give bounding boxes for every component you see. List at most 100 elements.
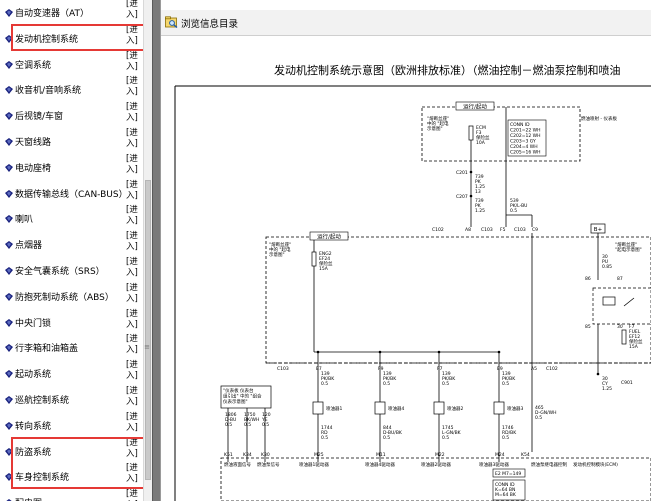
enter-link-text-open[interactable]: [进 [126,51,138,61]
conn-id-line: C204=4 WH [510,144,538,150]
conn-c103a: C103 [481,227,493,233]
ecm-pin-label: 喷油器4驱动器 [365,461,395,468]
sidebar-item[interactable]: 配电图 [进入] [0,489,148,501]
enter-link-text-close[interactable]: 入] [126,113,138,123]
injector-wire: 139 PK/BK 0.5 [442,371,456,387]
enter-link[interactable]: [进入] [126,334,140,356]
enter-link-text-open[interactable]: [进 [126,489,138,499]
enter-link[interactable]: [进入] [126,489,140,501]
enter-link[interactable]: [进入] [126,257,140,279]
fuse-top-line: 10A [476,140,486,146]
toolbar: 浏览信息目录 [161,10,651,36]
browse-catalog-link[interactable]: 浏览信息目录 [181,16,238,30]
enter-link-text-close[interactable]: 入] [126,294,138,304]
enter-link-text-open[interactable]: [进 [126,386,138,396]
enter-link-text-close[interactable]: 入] [126,242,138,252]
enter-link-text-open[interactable]: [进 [126,412,138,422]
enter-link-text-close[interactable]: 入] [126,191,138,201]
enter-link-text-open[interactable]: [进 [126,309,138,319]
enter-link-text-close[interactable]: 入] [126,397,138,407]
enter-link-text-open[interactable]: [进 [126,76,138,86]
enter-link-text-open[interactable]: [进 [126,257,138,267]
enter-link-text-open[interactable]: [进 [126,231,138,241]
sidebar-item-label: 电动座椅 [15,163,52,174]
note-bottom-line: "仪表板 仪表台 [223,387,254,394]
enter-link-text-open[interactable]: [进 [126,0,138,9]
sidebar-item[interactable]: 数据传输总线（CAN-BUS） [进 入] [0,180,148,206]
bottom-left-wire: 1806 D-BU 0.5 [225,412,237,428]
enter-link[interactable]: [进入] [126,360,140,382]
sidebar-item[interactable]: 安全气囊系统（SRS） [进 入] [0,257,148,283]
book-icon [5,163,13,172]
enter-link-text-open[interactable]: [进 [126,102,138,112]
sidebar-item-label: 自动变速器（AT） [15,9,89,19]
enter-link[interactable]: [进入] [126,0,140,21]
sidebar-item[interactable]: 中央门锁 [进 入] [0,309,148,335]
note-top-line: "熔断丝座" [427,115,449,122]
sidebar-item[interactable]: 喇叭 [进 入] [0,205,148,231]
sidebar-item[interactable]: 收音机/音响系统 [进 入] [0,76,148,102]
sidebar-item[interactable]: 转向系统 [进 入] [0,412,148,438]
sidebar-item[interactable]: 行李箱和油箱盖 [进 入] [0,334,148,360]
fuse-right-label: F7 FUEL EF12 保险丝 15A [629,324,643,350]
wire-label-w2: 739 PK 1.25 [475,198,485,214]
tag-run-start-top-text: 运行/起动 [463,103,487,111]
enter-link-text-open[interactable]: [进 [126,154,138,164]
sidebar-item[interactable]: 电动座椅 [进 入] [0,154,148,180]
sidebar-item[interactable]: 后视镜/车窗 [进 入] [0,102,148,128]
injector-conn: M22 [435,452,445,458]
sidebar-scrollbar[interactable]: ≡ [143,0,152,501]
enter-link-text-close[interactable]: 入] [126,87,138,97]
enter-link[interactable]: [进入] [126,76,140,98]
enter-link-text-open[interactable]: [进 [126,205,138,215]
enter-link[interactable]: [进入] [126,283,140,305]
enter-link[interactable]: [进入] [126,309,140,331]
enter-link-text-close[interactable]: 入] [126,423,138,433]
enter-link-text-close[interactable]: 入] [126,165,138,175]
enter-link[interactable]: [进入] [126,205,140,227]
sidebar-item[interactable]: 防抱死制动系统（ABS） [进 入] [0,283,148,309]
enter-link-text-open[interactable]: [进 [126,180,138,190]
enter-link[interactable]: [进入] [126,154,140,176]
bottom-left-wire-line: 0.5 [244,422,251,428]
conn-id-line: CONN ID [510,122,530,128]
relay-pin-30: 30 [617,324,623,330]
enter-link-text-open[interactable]: [进 [126,283,138,293]
tag-battery-text: B+ [594,227,603,233]
enter-link[interactable]: [进入] [126,51,140,73]
enter-link[interactable]: [进入] [126,102,140,124]
sidebar-item[interactable]: 自动变速器（AT） [进 入] [0,0,148,25]
ecm-pin-label: 燃油液面信号 [224,461,251,468]
enter-link-text-close[interactable]: 入] [126,216,138,226]
sidebar-item[interactable]: 巡航控制系统 [进 入] [0,386,148,412]
enter-link[interactable]: [进入] [126,231,140,253]
sidebar-item[interactable]: 天窗线路 [进 入] [0,128,148,154]
injector-label: 喷油器4 [388,405,404,412]
enter-link-text-close[interactable]: 入] [126,371,138,381]
wire-w1-line: 13 [475,189,481,195]
enter-link-text-close[interactable]: 入] [126,62,138,72]
enter-link-text-close[interactable]: 入] [126,139,138,149]
enter-link[interactable]: [进入] [126,128,140,150]
sidebar-item[interactable]: 空调系统 [进 入] [0,51,148,77]
enter-link-text-open[interactable]: [进 [126,334,138,344]
enter-link-text-close[interactable]: 入] [126,10,138,20]
enter-link-text-close[interactable]: 入] [126,345,138,355]
enter-link-text-open[interactable]: [进 [126,128,138,138]
enter-link-text-open[interactable]: [进 [126,360,138,370]
wire-label-w1: 739 PK 1.25 13 [475,174,485,195]
enter-link[interactable]: [进入] [126,180,140,202]
enter-link[interactable]: [进入] [126,386,140,408]
sidebar-item[interactable]: 点烟器 [进 入] [0,231,148,257]
enter-link[interactable]: [进入] [126,412,140,434]
injector-conn: M11 [376,452,386,458]
scrollbar-thumb[interactable] [145,180,151,480]
enter-link-text-close[interactable]: 入] [126,268,138,278]
pane-splitter[interactable] [152,0,161,501]
wire-relay-line: 1.25 [602,386,612,392]
browse-folder-icon[interactable] [165,16,178,28]
sidebar-item[interactable]: 起动系统 [进 入] [0,360,148,386]
ecm-pin-label: 燃油泵信号 [257,461,280,468]
sidebar-item-label: 后视镜/车窗 [15,112,64,123]
enter-link-text-close[interactable]: 入] [126,320,138,330]
